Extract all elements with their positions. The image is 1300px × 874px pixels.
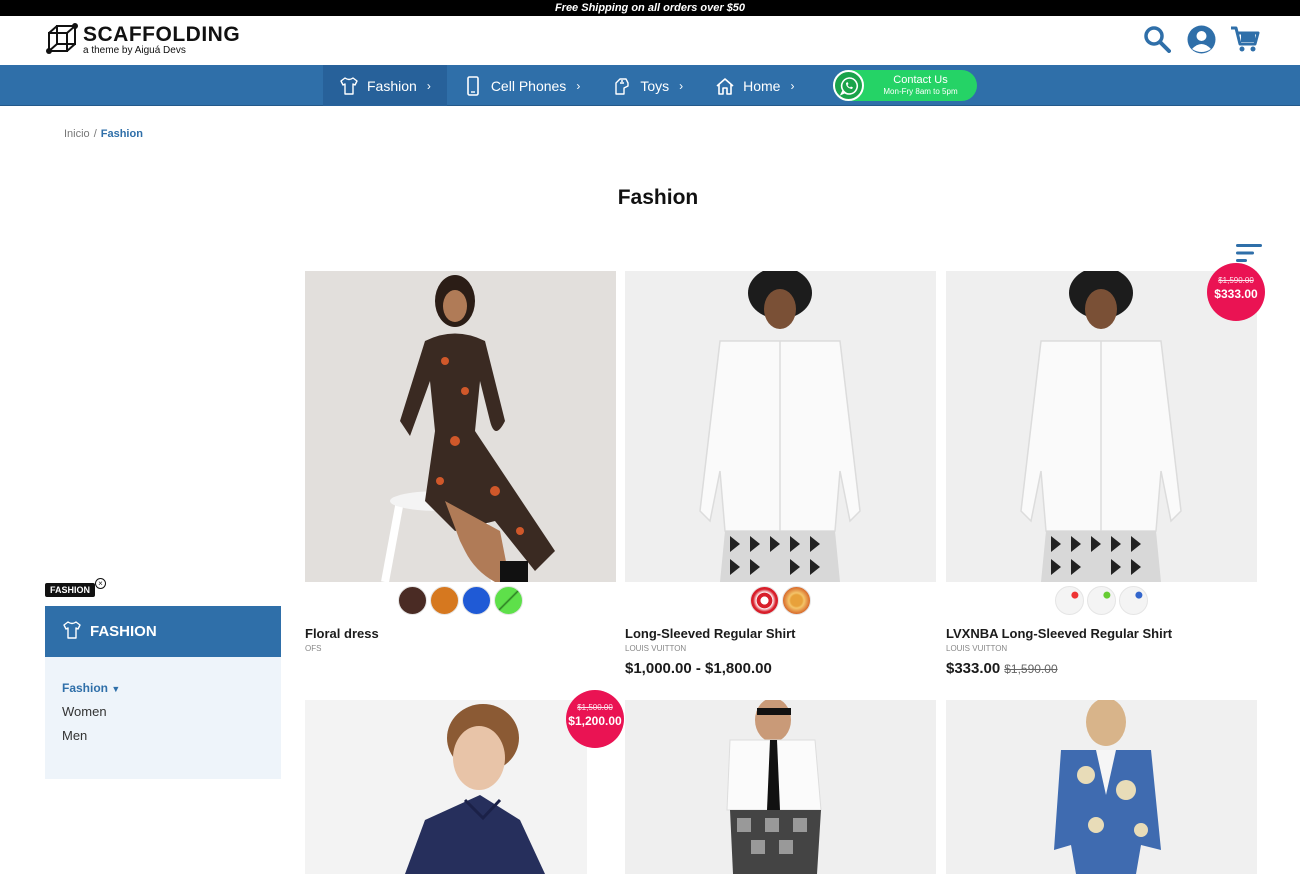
nav-item-toys[interactable]: Toys › — [596, 65, 699, 106]
nav-label: Fashion — [367, 77, 417, 94]
product-name[interactable]: Floral dress — [305, 626, 616, 641]
color-swatches — [946, 586, 1257, 616]
product-card: Floral dress OFS — [305, 271, 616, 653]
variant-swatch-3[interactable] — [1119, 586, 1148, 615]
breadcrumb-separator: / — [93, 128, 97, 140]
color-swatches — [625, 586, 936, 616]
product-image[interactable] — [305, 271, 616, 582]
sidebar-title: FASHION — [90, 623, 157, 640]
product-name[interactable]: Long-Sleeved Regular Shirt — [625, 626, 936, 641]
logo-title: SCAFFOLDING — [83, 23, 241, 46]
sale-badge: $1,500.00 $1,200.00 — [566, 690, 624, 748]
badge-new-price: $1,200.00 — [568, 714, 622, 728]
product-card — [946, 700, 1257, 874]
color-swatch-brown[interactable] — [398, 586, 427, 615]
badge-old-price: $1,500.00 — [577, 703, 613, 712]
chevron-right-icon: › — [679, 78, 684, 93]
breadcrumb-current: Fashion — [100, 128, 143, 140]
nav-label: Toys — [640, 77, 670, 94]
pattern-swatch-red[interactable] — [750, 586, 779, 615]
home-icon — [715, 76, 735, 96]
nav-item-fashion[interactable]: Fashion › — [323, 65, 447, 106]
nav-label: Cell Phones — [490, 77, 567, 94]
sale-price: $333.00 — [946, 660, 1001, 677]
original-price: $1,590.00 — [1004, 662, 1058, 676]
page-title: Fashion — [617, 186, 699, 209]
product-image[interactable] — [625, 271, 936, 582]
nav-item-cell-phones[interactable]: Cell Phones › — [447, 65, 597, 106]
sidebar-heading: FASHION — [45, 606, 281, 657]
sort-filter-icon[interactable] — [1236, 243, 1262, 263]
category-parent-fashion[interactable]: Fashion ▼ — [62, 681, 264, 695]
category-link-women[interactable]: Women — [62, 704, 264, 719]
variant-swatch-1[interactable] — [1055, 586, 1084, 615]
search-icon[interactable] — [1142, 24, 1172, 54]
shirt-icon — [62, 620, 82, 644]
breadcrumb: Inicio / Fashion — [64, 128, 143, 140]
cube-logo-icon — [46, 23, 78, 54]
user-icon[interactable] — [1186, 24, 1216, 54]
product-price: $333.00 $1,590.00 — [946, 660, 1257, 677]
nav-label: Home — [743, 77, 781, 94]
main-navigation: Fashion › Cell Phones › Toys › Home › Co… — [0, 65, 1300, 106]
category-link-men[interactable]: Men — [62, 728, 264, 743]
product-brand: LOUIS VUITTON — [946, 644, 1008, 653]
remove-filter-icon[interactable]: × — [95, 578, 106, 589]
chevron-right-icon: › — [790, 78, 795, 93]
variant-swatch-2[interactable] — [1087, 586, 1116, 615]
category-list: Fashion ▼ Women Men — [45, 657, 281, 779]
product-price: $1,000.00 - $1,800.00 — [625, 660, 772, 677]
whatsapp-icon — [833, 70, 864, 101]
product-brand: LOUIS VUITTON — [625, 644, 687, 653]
badge-old-price: $1,590.00 — [1218, 276, 1254, 285]
contact-us-button[interactable]: Contact Us Mon-Fry 8am to 5pm — [833, 70, 977, 101]
product-brand: OFS — [305, 644, 322, 653]
product-card — [625, 700, 936, 874]
logo-subtitle: a theme by Aiguá Devs — [83, 45, 186, 56]
product-image[interactable] — [946, 700, 1257, 874]
color-swatches — [305, 586, 616, 616]
product-image[interactable] — [305, 700, 587, 874]
contact-title: Contact Us — [893, 74, 948, 86]
pattern-swatch-gold[interactable] — [782, 586, 811, 615]
product-image[interactable] — [946, 271, 1257, 582]
announcement-bar: Free Shipping on all orders over $50 — [0, 0, 1300, 16]
color-swatch-orange[interactable] — [430, 586, 459, 615]
product-card: LVXNBA Long-Sleeved Regular Shirt LOUIS … — [946, 271, 1257, 677]
phone-icon — [463, 75, 483, 96]
product-image[interactable] — [625, 700, 936, 874]
color-swatch-blue[interactable] — [462, 586, 491, 615]
breadcrumb-home[interactable]: Inicio — [64, 128, 90, 140]
cart-icon[interactable] — [1230, 24, 1260, 54]
badge-new-price: $333.00 — [1214, 287, 1258, 301]
contact-hours: Mon-Fry 8am to 5pm — [883, 87, 958, 96]
chevron-right-icon: › — [576, 78, 581, 93]
site-header: SCAFFOLDING a theme by Aiguá Devs — [0, 16, 1300, 65]
shirt-icon — [339, 76, 359, 96]
product-card: Long-Sleeved Regular Shirt LOUIS VUITTON… — [625, 271, 936, 677]
sale-badge: $1,590.00 $333.00 — [1207, 263, 1265, 321]
nav-item-home[interactable]: Home › — [699, 65, 810, 106]
active-filter-tag: FASHION — [45, 583, 96, 597]
toy-icon — [612, 76, 632, 96]
site-logo[interactable]: SCAFFOLDING a theme by Aiguá Devs — [45, 23, 240, 57]
product-name[interactable]: LVXNBA Long-Sleeved Regular Shirt — [946, 626, 1257, 641]
chevron-right-icon: › — [426, 78, 431, 93]
color-swatch-green[interactable] — [494, 586, 523, 615]
chevron-down-icon: ▼ — [111, 684, 121, 694]
